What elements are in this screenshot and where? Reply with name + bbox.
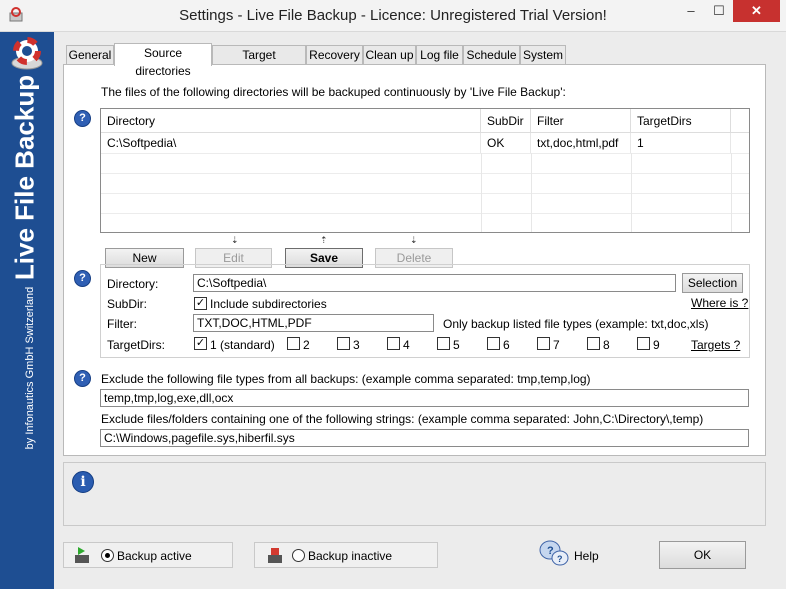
tab-schedule[interactable]: Schedule [463,45,520,65]
target-checkbox-1-label: 1 (standard) [210,338,275,352]
include-subdirectories-label: Include subdirectories [210,297,327,311]
backup-inactive-box: Backup inactive [254,542,438,568]
exclude-strings-label: Exclude files/folders containing one of … [101,412,704,426]
tab-log-file[interactable]: Log file [416,45,463,65]
minimize-button[interactable]: – [678,0,704,22]
help-question-icon[interactable]: ? [74,110,91,127]
tab-target-directories[interactable]: Target directories [212,45,306,80]
target-checkbox-label: 7 [553,338,560,352]
directory-label: Directory: [107,277,159,291]
table-gridline [481,153,482,232]
filter-label: Filter: [107,317,137,331]
ok-button[interactable]: OK [659,541,746,569]
target-checkbox-6[interactable] [487,337,500,350]
targetdirs-label: TargetDirs: [107,338,166,352]
filter-hint: Only backup listed file types (example: … [443,317,709,331]
arrow-down-icon: ⇣ [410,235,418,245]
tab-source-directories[interactable]: Source directories [114,43,212,78]
target-checkbox-label: 5 [453,338,460,352]
target-checkbox-label: 8 [603,338,610,352]
tab-clean-up[interactable]: Clean up [363,45,416,65]
exclude-strings-input[interactable]: C:\Windows,pagefile.sys,hiberfil.sys [100,429,749,447]
targets-link[interactable]: Targets ? [691,338,740,352]
include-subdirectories-checkbox[interactable]: ✓ [194,297,207,310]
column-header-subdir[interactable]: SubDir [481,109,531,133]
backup-inactive-icon [268,548,282,563]
cell-directory: C:\Softpedia\ [101,133,481,153]
cell-subdir: OK [481,133,531,153]
table-gridline [631,153,632,232]
target-checkbox-1[interactable]: ✓ [194,337,207,350]
backup-active-radio[interactable] [101,549,114,562]
target-checkbox-label: 4 [403,338,410,352]
svg-text:?: ? [547,545,554,557]
help-question-icon[interactable]: ? [74,270,91,287]
backup-inactive-label: Backup inactive [308,549,393,563]
target-checkbox-3[interactable] [337,337,350,350]
help-question-icon[interactable]: ? [74,370,91,387]
table-gridline [101,193,749,194]
exclude-types-label: Exclude the following file types from al… [101,372,591,386]
sidebar: Live File Backup by Infonautics GmbH Swi… [0,32,54,589]
tab-recovery[interactable]: Recovery [306,45,363,65]
target-checkbox-label: 2 [303,338,310,352]
target-checkbox-8[interactable] [587,337,600,350]
target-checkbox-5[interactable] [437,337,450,350]
info-icon: i [72,471,94,493]
selection-button[interactable]: Selection [682,273,743,293]
where-is-link[interactable]: Where is ? [691,296,748,310]
window-title: Settings - Live File Backup - Licence: U… [179,7,607,24]
directory-input[interactable]: C:\Softpedia\ [193,274,676,292]
exclude-types-input[interactable]: temp,tmp,log,exe,dll,ocx [100,389,749,407]
table-gridline [101,173,749,174]
filter-input[interactable]: TXT,DOC,HTML,PDF [193,314,434,332]
source-intro-text: The files of the following directories w… [101,85,566,99]
help-label[interactable]: Help [574,549,599,563]
tab-general[interactable]: General [66,45,114,65]
column-header-filler [731,109,749,133]
target-checkbox-label: 9 [653,338,660,352]
title-bar: Settings - Live File Backup - Licence: U… [0,0,786,32]
target-checkbox-7[interactable] [537,337,550,350]
target-checkbox-2[interactable] [287,337,300,350]
close-button[interactable]: ✕ [733,0,780,22]
arrow-down-icon: ⇣ [231,235,239,245]
arrow-up-icon: ⇡ [320,235,328,245]
column-header-filter[interactable]: Filter [531,109,631,133]
cell-filter: txt,doc,html,pdf [531,133,631,153]
table-gridline [101,213,749,214]
cell-targetdirs: 1 [631,133,731,153]
maximize-button[interactable]: ☐ [706,0,732,22]
tab-system[interactable]: System [520,45,566,65]
svg-text:?: ? [557,554,563,564]
info-panel: i [63,462,766,526]
table-gridline [731,153,732,232]
sidebar-company: by Infonautics GmbH Switzerland [24,286,36,450]
column-header-targetdirs[interactable]: TargetDirs [631,109,731,133]
table-gridline [101,153,749,154]
backup-active-icon [75,547,89,563]
backup-active-box: Backup active [63,542,233,568]
target-checkbox-label: 3 [353,338,360,352]
target-checkbox-label: 6 [503,338,510,352]
subdir-label: SubDir: [107,297,148,311]
backup-inactive-radio[interactable] [292,549,305,562]
backup-active-label: Backup active [117,549,192,563]
column-header-directory[interactable]: Directory [101,109,481,133]
help-bubble-icon[interactable]: ? ? [538,539,570,569]
target-checkbox-4[interactable] [387,337,400,350]
table-gridline [531,153,532,232]
source-directory-table: Directory SubDir Filter TargetDirs C:\So… [100,108,750,233]
target-checkbox-9[interactable] [637,337,650,350]
